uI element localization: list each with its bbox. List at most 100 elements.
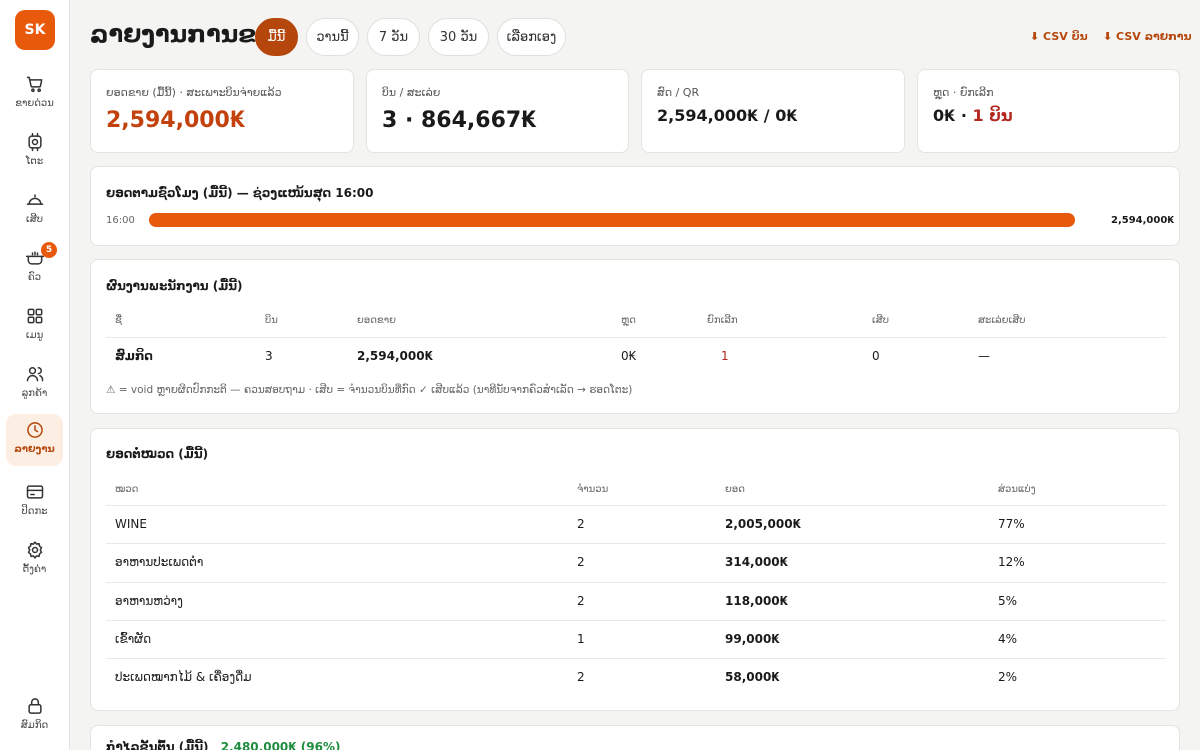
- category-sales-card: ຍອດຕໍ່ໝວດ (ມື້ນີ້) ໝວດ ຈຳນວນ ຍອດ ສ່ວນແບ່…: [90, 428, 1180, 711]
- card-icon: [26, 485, 43, 499]
- discount-value: 0₭ ·: [933, 106, 973, 125]
- category-qty: 2: [577, 594, 585, 608]
- divider: [106, 543, 1166, 544]
- category-title: ຍອດຕໍ່ໝວດ (ມື້ນີ້): [106, 447, 209, 461]
- category-amount: 99,000₭: [725, 632, 780, 646]
- table-icon: [27, 132, 42, 152]
- divider: [106, 337, 1166, 338]
- divider: [106, 582, 1166, 583]
- range-today-button[interactable]: ມື້ນີ້: [255, 18, 298, 56]
- range-30days-button[interactable]: 30 ວັນ: [428, 18, 489, 56]
- col-header-category: ໝວດ: [115, 484, 139, 495]
- clock-icon: [26, 422, 43, 438]
- gross-profit-card: ກຳໄລຂັ້ນຕົ້ນ (ມື້ນີ້) 2,480,000₭ (96%): [90, 725, 1180, 750]
- hourly-title: ຍອດຕາມຊົ່ວໂມງ (ມື້ນີ້) — ຊ່ວງແໜ້ນສຸດ 16:…: [106, 186, 374, 200]
- sidebar-item-label: ລາຍງານ: [14, 444, 55, 455]
- hourly-sales-card: ຍອດຕາມຊົ່ວໂມງ (ມື້ນີ້) — ຊ່ວງແໜ້ນສຸດ 16:…: [90, 166, 1180, 246]
- sidebar-item-tables[interactable]: ໂຕະ: [6, 126, 63, 178]
- category-qty: 2: [577, 670, 585, 684]
- category-name: ເຂົ້າຜັດ: [115, 632, 152, 646]
- divider: [106, 620, 1166, 621]
- staff-avg-serve: —: [978, 349, 990, 363]
- cancel-count: 1 ບິນ: [972, 106, 1013, 125]
- col-header-cancel: ຍົກເລີກ: [707, 315, 738, 326]
- stat-label: ຍອດຂາຍ (ມື້ນີ້) · ສະເພາະບິນຈ່າຍແລ້ວ: [106, 86, 282, 99]
- stat-label: ບິນ / ສະເລ່ຍ: [382, 86, 441, 99]
- stat-value-cash-qr: 2,594,000₭ / 0₭: [657, 106, 798, 125]
- gear-icon: [27, 541, 42, 559]
- sidebar-item-label: ຕັ້ງຄ່າ: [22, 564, 47, 575]
- sidebar-user-label: ສົມກິດ: [20, 720, 49, 731]
- category-name: ອາຫານຫວ່າງ: [115, 594, 183, 608]
- staff-sales: 2,594,000₭: [357, 349, 433, 363]
- hourly-bar-fill: [149, 213, 1075, 227]
- sidebar-item-label: ເສີບ: [25, 214, 44, 225]
- sidebar-item-label: ຂາຍດ່ວນ: [15, 98, 54, 109]
- range-yesterday-button[interactable]: ວານນີ້: [306, 18, 359, 56]
- stat-label: ຫຼຸດ · ຍົກເລີກ: [933, 86, 994, 99]
- category-amount: 58,000₭: [725, 670, 780, 684]
- col-header-bills: ບິນ: [265, 315, 278, 326]
- sidebar-item-menu[interactable]: ເມນູ: [6, 300, 63, 352]
- staff-title: ຜົນງານພະນັກງານ (ມື້ນີ້): [106, 279, 243, 293]
- divider: [106, 658, 1166, 659]
- stat-label: ສົດ / QR: [657, 86, 700, 99]
- hourly-row-hour: 16:00: [106, 215, 135, 226]
- category-name: ອາຫານປະເພດຕຳ: [115, 555, 204, 569]
- sidebar-item-kitchen[interactable]: ຄົວ 5: [6, 242, 63, 294]
- col-header-amount: ຍອດ: [725, 484, 745, 495]
- stat-card-bills: ບິນ / ສະເລ່ຍ 3 · 864,667₭: [366, 69, 629, 153]
- category-name: WINE: [115, 517, 147, 531]
- col-header-served: ເສີບ: [872, 315, 890, 326]
- sidebar-item-reports[interactable]: ລາຍງານ: [6, 414, 63, 466]
- category-qty: 2: [577, 555, 585, 569]
- lock-icon: [27, 698, 42, 714]
- app-logo[interactable]: SK: [15, 10, 55, 50]
- sidebar-item-quick-sale[interactable]: ຂາຍດ່ວນ: [6, 68, 63, 120]
- sidebar-item-label: ປິດກະ: [21, 506, 48, 517]
- sidebar-user[interactable]: ສົມກິດ: [6, 690, 63, 742]
- col-header-name: ຊື່: [115, 315, 122, 326]
- col-header-avg-serve: ສະເລ່ຍເສີບ: [978, 315, 1026, 326]
- csv-items-link[interactable]: ⬇ CSV ລາຍການ: [1103, 30, 1192, 43]
- stat-card-sales: ຍອດຂາຍ (ມື້ນີ້) · ສະເພາະບິນຈ່າຍແລ້ວ 2,59…: [90, 69, 354, 153]
- category-amount: 2,005,000₭: [725, 517, 801, 531]
- staff-name: ສົມກິດ: [115, 349, 153, 363]
- sidebar-item-label: ລູກຄ້າ: [21, 388, 48, 399]
- sidebar-item-label: ເມນູ: [25, 330, 44, 341]
- sidebar-item-serve[interactable]: ເສີບ: [6, 184, 63, 236]
- category-amount: 118,000₭: [725, 594, 789, 608]
- hourly-bar-track: [149, 213, 1075, 227]
- grid-icon: [27, 308, 42, 324]
- category-qty: 2: [577, 517, 585, 531]
- stat-value-discount-cancel: 0₭ · 1 ບິນ: [933, 106, 1013, 125]
- staff-note: ⚠ = void ຫຼາຍຜິດປົກກະຕິ — ຄວນສອບຖາມ · ເສ…: [106, 384, 633, 396]
- staff-cancel: 1: [721, 349, 729, 363]
- gross-profit-label: ກຳໄລຂັ້ນຕົ້ນ (ມື້ນີ້): [106, 740, 209, 750]
- sidebar-item-settings[interactable]: ຕັ້ງຄ່າ: [6, 534, 63, 586]
- sidebar-item-close-shift[interactable]: ປິດກະ: [6, 476, 63, 528]
- col-header-sales: ຍອດຂາຍ: [357, 315, 396, 326]
- sidebar-item-label: ໂຕະ: [25, 156, 44, 167]
- category-name: ປະເພດໝາກໄມ້ & ເຄື່ອງດື່ມ: [115, 670, 252, 684]
- sidebar: SK ຂາຍດ່ວນ ໂຕະ ເສີບ ຄົວ 5 ເມນູ ລູກຄ້າ ລາ…: [0, 0, 70, 750]
- users-icon: [26, 367, 43, 382]
- category-share: 77%: [998, 517, 1025, 531]
- staff-served: 0: [872, 349, 880, 363]
- staff-bills: 3: [265, 349, 273, 363]
- stat-value-bills: 3 · 864,667₭: [382, 108, 537, 133]
- category-share: 2%: [998, 670, 1018, 684]
- sidebar-item-customers[interactable]: ລູກຄ້າ: [6, 358, 63, 410]
- staff-performance-card: ຜົນງານພະນັກງານ (ມື້ນີ້) ຊື່ ບິນ ຍອດຂາຍ ຫ…: [90, 259, 1180, 414]
- category-amount: 314,000₭: [725, 555, 789, 569]
- staff-discount: 0₭: [621, 349, 637, 363]
- category-qty: 1: [577, 632, 585, 646]
- cloche-icon: [26, 194, 43, 205]
- category-share: 5%: [998, 594, 1018, 608]
- range-7days-button[interactable]: 7 ວັນ: [367, 18, 420, 56]
- hourly-row-value: 2,594,000₭: [1111, 215, 1175, 226]
- range-custom-button[interactable]: ເລືອກເອງ: [497, 18, 566, 56]
- csv-bills-link[interactable]: ⬇ CSV ບິນ: [1030, 30, 1088, 43]
- stat-card-cash-qr: ສົດ / QR 2,594,000₭ / 0₭: [641, 69, 905, 153]
- kitchen-count-badge: 5: [41, 242, 57, 258]
